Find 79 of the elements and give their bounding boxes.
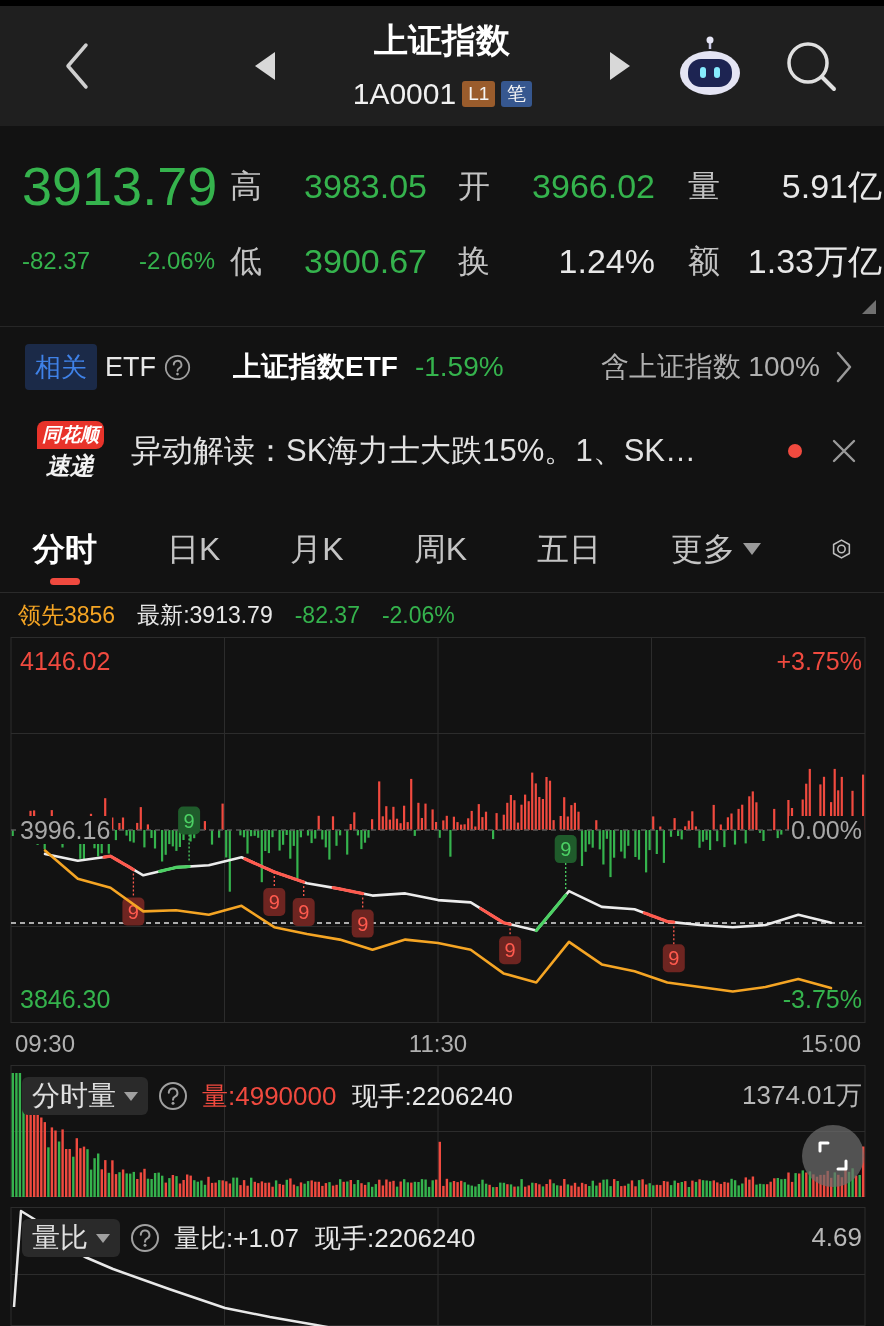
field-label: 换	[458, 242, 491, 281]
time-axis-label: 09:30	[13, 1030, 77, 1058]
logo-caption: 速递	[46, 451, 94, 481]
count-badge: 9	[292, 898, 315, 927]
index-price: 3913.79	[22, 156, 219, 216]
leader-line	[188, 833, 190, 864]
indicator-reading: 量比:+1.07	[174, 1222, 299, 1254]
indicator-reading: 现手:2206240	[315, 1222, 476, 1254]
field-label: 开	[458, 167, 491, 206]
leader-line	[362, 896, 364, 911]
indicator-reading: 量:4990000	[202, 1080, 337, 1112]
price-change: -82.37	[22, 246, 91, 276]
leader-line	[509, 927, 511, 937]
stock-title: 上证指数	[374, 20, 511, 60]
axis-price-label: 3996.16	[18, 816, 113, 845]
caret-icon	[743, 542, 762, 555]
count-badge: 9	[662, 944, 685, 973]
count-badge: 9	[351, 909, 374, 938]
caret-icon	[96, 1233, 110, 1243]
chart-tab[interactable]: 分时	[33, 505, 97, 592]
indicator-dropdown[interactable]: 分时量	[22, 1077, 148, 1115]
indicator-dropdown[interactable]: 量比	[22, 1219, 120, 1257]
indicator-reading: 现手:2206240	[352, 1080, 513, 1112]
etf-change: -1.59%	[414, 350, 504, 384]
search-icon[interactable]	[784, 39, 838, 93]
scale-max-label: 1374.01万	[742, 1079, 862, 1111]
field-label: 高	[230, 167, 263, 206]
related-tag: 相关	[25, 344, 97, 390]
field-value: 1.33万亿	[746, 241, 882, 281]
time-axis-label: 11:30	[407, 1030, 469, 1058]
legend-text: -2.06%	[381, 601, 455, 630]
help-icon[interactable]	[130, 1223, 160, 1253]
next-triangle-icon[interactable]	[610, 52, 630, 80]
field-value: 3900.67	[303, 241, 427, 281]
leader-line	[303, 885, 305, 899]
field-label: 量	[688, 167, 721, 206]
code-badge: L1	[462, 81, 496, 107]
chart-tab[interactable]: 日K	[167, 505, 221, 592]
robot-assistant-icon[interactable]	[678, 36, 742, 96]
count-badge: 9	[554, 835, 577, 864]
etf-name: 上证指数ETF	[233, 350, 398, 384]
leader-line	[132, 872, 135, 899]
percent-change: -2.06%	[138, 246, 215, 276]
caret-icon	[124, 1091, 138, 1101]
chart-tab[interactable]: 周K	[413, 505, 468, 592]
field-label: 额	[688, 242, 721, 281]
field-value: 3966.02	[531, 166, 655, 206]
etf-label: ETF	[105, 351, 156, 384]
count-badge: 9	[263, 888, 286, 916]
legend-text: -82.37	[294, 601, 360, 630]
close-icon[interactable]	[832, 439, 856, 463]
back-icon[interactable]	[64, 42, 90, 90]
leader-line	[673, 925, 675, 945]
chart-tab[interactable]: 更多	[671, 505, 762, 592]
field-value: 5.91亿	[780, 166, 882, 206]
field-value: 1.24%	[557, 241, 655, 281]
help-icon[interactable]	[158, 1081, 188, 1111]
chart-tab[interactable]: 月K	[290, 505, 344, 592]
corner-triangle-icon[interactable]	[862, 300, 876, 314]
time-axis-label: 15:00	[799, 1030, 863, 1058]
chevron-right-icon[interactable]	[836, 351, 852, 383]
expand-corners-icon	[818, 1141, 848, 1171]
scale-max-label: 4.69	[811, 1221, 862, 1253]
news-headline[interactable]: 异动解读：SK海力士大跌15%。1、SK…	[131, 431, 696, 471]
help-icon[interactable]	[164, 353, 191, 381]
leader-line	[273, 875, 275, 889]
legend-text: 领先3856	[18, 601, 116, 630]
legend-text: 最新:3913.79	[137, 601, 273, 630]
field-value: 3983.05	[303, 166, 427, 206]
stock-code: 1A0001	[352, 76, 457, 112]
chart-tab[interactable]: 五日	[537, 505, 602, 592]
etf-holding: 含上证指数 100%	[600, 350, 820, 384]
count-badge: 9	[499, 936, 522, 965]
previous-triangle-icon[interactable]	[255, 52, 275, 80]
logo-banner: 同花顺	[36, 421, 104, 449]
leader-line	[565, 862, 567, 892]
field-label: 低	[230, 242, 263, 281]
count-badge: 9	[178, 806, 201, 835]
code-badge: 笔	[501, 81, 533, 107]
